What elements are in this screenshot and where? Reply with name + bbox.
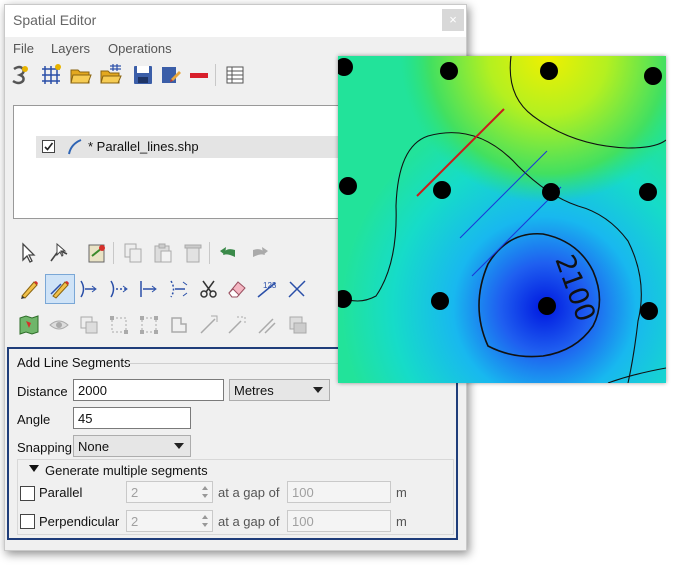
title-bar: Spatial Editor × <box>5 5 466 37</box>
map-high-region <box>338 56 666 383</box>
redo-icon[interactable] <box>247 241 271 265</box>
number-points-icon[interactable]: 123 <box>255 277 279 301</box>
perpendicular-label: Perpendicular <box>39 514 120 529</box>
data-point[interactable] <box>339 177 357 195</box>
distance-input[interactable]: 2000 <box>73 379 224 401</box>
add-line-segments-button[interactable] <box>45 274 75 304</box>
new-layer-icon[interactable] <box>9 63 33 87</box>
data-point[interactable] <box>538 297 556 315</box>
trim-line-icon[interactable] <box>107 277 131 301</box>
parallel-unit-label: m <box>396 485 407 500</box>
feature-attributes-icon[interactable] <box>85 241 109 265</box>
snapping-label: Snapping <box>17 440 72 455</box>
toolbar-separator <box>113 242 114 264</box>
attribute-table-icon[interactable] <box>223 63 247 87</box>
contour-map: 2100 <box>338 56 666 383</box>
data-point[interactable] <box>433 181 451 199</box>
snapping-select-value: None <box>78 439 110 454</box>
layer-visibility-checkbox[interactable] <box>42 140 55 153</box>
parallel-gap-input[interactable]: 100 <box>287 481 391 503</box>
spin-arrows-icon[interactable] <box>199 482 211 502</box>
menu-file[interactable]: File <box>13 41 34 56</box>
edit-layer-icon[interactable] <box>159 63 183 87</box>
move-vertex-icon[interactable] <box>197 313 221 337</box>
perpendicular-gap-input[interactable]: 100 <box>287 510 391 532</box>
select-all-nodes-icon[interactable] <box>137 313 161 337</box>
extend-line-icon[interactable] <box>77 277 101 301</box>
data-point[interactable] <box>644 67 662 85</box>
toolbar-separator <box>209 242 210 264</box>
data-point[interactable] <box>639 183 657 201</box>
delete-icon[interactable] <box>181 241 205 265</box>
units-select[interactable]: Metres <box>229 379 330 401</box>
menu-layers[interactable]: Layers <box>51 41 90 56</box>
map-polygon-icon[interactable] <box>17 313 41 337</box>
layer-list: * Parallel_lines.shp <box>13 105 356 219</box>
copy-icon[interactable] <box>121 241 145 265</box>
select-vertex-icon[interactable] <box>47 241 71 265</box>
parallel-label: Parallel <box>39 485 83 500</box>
data-point[interactable] <box>440 62 458 80</box>
perpendicular-gap-label: at a gap of <box>218 514 280 529</box>
save-icon[interactable] <box>131 63 155 87</box>
parallel-checkbox[interactable] <box>20 486 35 501</box>
rotate-feature-icon[interactable] <box>225 313 249 337</box>
eraser-icon[interactable] <box>225 277 249 301</box>
split-line-icon[interactable] <box>167 277 191 301</box>
angle-input[interactable]: 45 <box>73 407 191 429</box>
toolbar-separator <box>215 64 216 86</box>
angle-label: Angle <box>17 412 51 427</box>
remove-layer-icon[interactable] <box>187 63 211 87</box>
units-select-value: Metres <box>234 383 274 398</box>
perpendicular-count-value: 2 <box>131 514 139 529</box>
spin-arrows-icon[interactable] <box>199 511 211 531</box>
edit-toolbar: 123 <box>13 241 313 341</box>
paste-icon[interactable] <box>151 241 175 265</box>
snapping-select[interactable]: None <box>73 435 191 457</box>
collapse-triangle-icon[interactable] <box>29 465 39 472</box>
map-view[interactable]: 2100 <box>338 56 666 383</box>
perpendicular-checkbox[interactable] <box>20 514 35 529</box>
window-title: Spatial Editor <box>13 12 97 28</box>
chevron-down-icon <box>313 387 323 393</box>
delete-vertex-icon[interactable] <box>285 277 309 301</box>
reshape-icon[interactable] <box>255 313 279 337</box>
pencil-icon[interactable] <box>17 277 41 301</box>
grid-icon[interactable] <box>39 63 63 87</box>
svg-text:123: 123 <box>263 281 277 290</box>
data-point[interactable] <box>540 62 558 80</box>
panel-title: Add Line Segments <box>17 355 131 370</box>
line-layer-icon <box>68 139 82 155</box>
polygon-outline-icon[interactable] <box>167 313 191 337</box>
chevron-down-icon <box>174 443 184 449</box>
layer-name: * Parallel_lines.shp <box>88 139 199 154</box>
parallel-gap-label: at a gap of <box>218 485 280 500</box>
snap-line-icon[interactable] <box>137 277 161 301</box>
scissors-icon[interactable] <box>197 277 221 301</box>
parallel-count-value: 2 <box>131 485 139 500</box>
parallel-count-stepper[interactable]: 2 <box>126 481 213 503</box>
perpendicular-count-stepper[interactable]: 2 <box>126 510 213 532</box>
pencil-segment-icon <box>50 281 69 299</box>
open-grid-folder-icon[interactable] <box>99 63 123 87</box>
data-point[interactable] <box>431 292 449 310</box>
distance-label: Distance <box>17 384 68 399</box>
fill-polygon-icon[interactable] <box>285 313 309 337</box>
data-point[interactable] <box>542 183 560 201</box>
multiple-segments-label: Generate multiple segments <box>45 463 208 478</box>
menu-operations[interactable]: Operations <box>108 41 172 56</box>
select-nodes-icon[interactable] <box>107 313 131 337</box>
select-arrow-icon[interactable] <box>17 241 41 265</box>
open-folder-icon[interactable] <box>69 63 93 87</box>
perpendicular-unit-label: m <box>396 514 407 529</box>
data-point[interactable] <box>640 302 658 320</box>
undo-icon[interactable] <box>217 241 241 265</box>
merge-icon[interactable] <box>77 313 101 337</box>
eye-hidden-icon[interactable] <box>47 313 71 337</box>
layer-item[interactable]: * Parallel_lines.shp <box>36 136 356 158</box>
close-button[interactable]: × <box>442 9 464 31</box>
